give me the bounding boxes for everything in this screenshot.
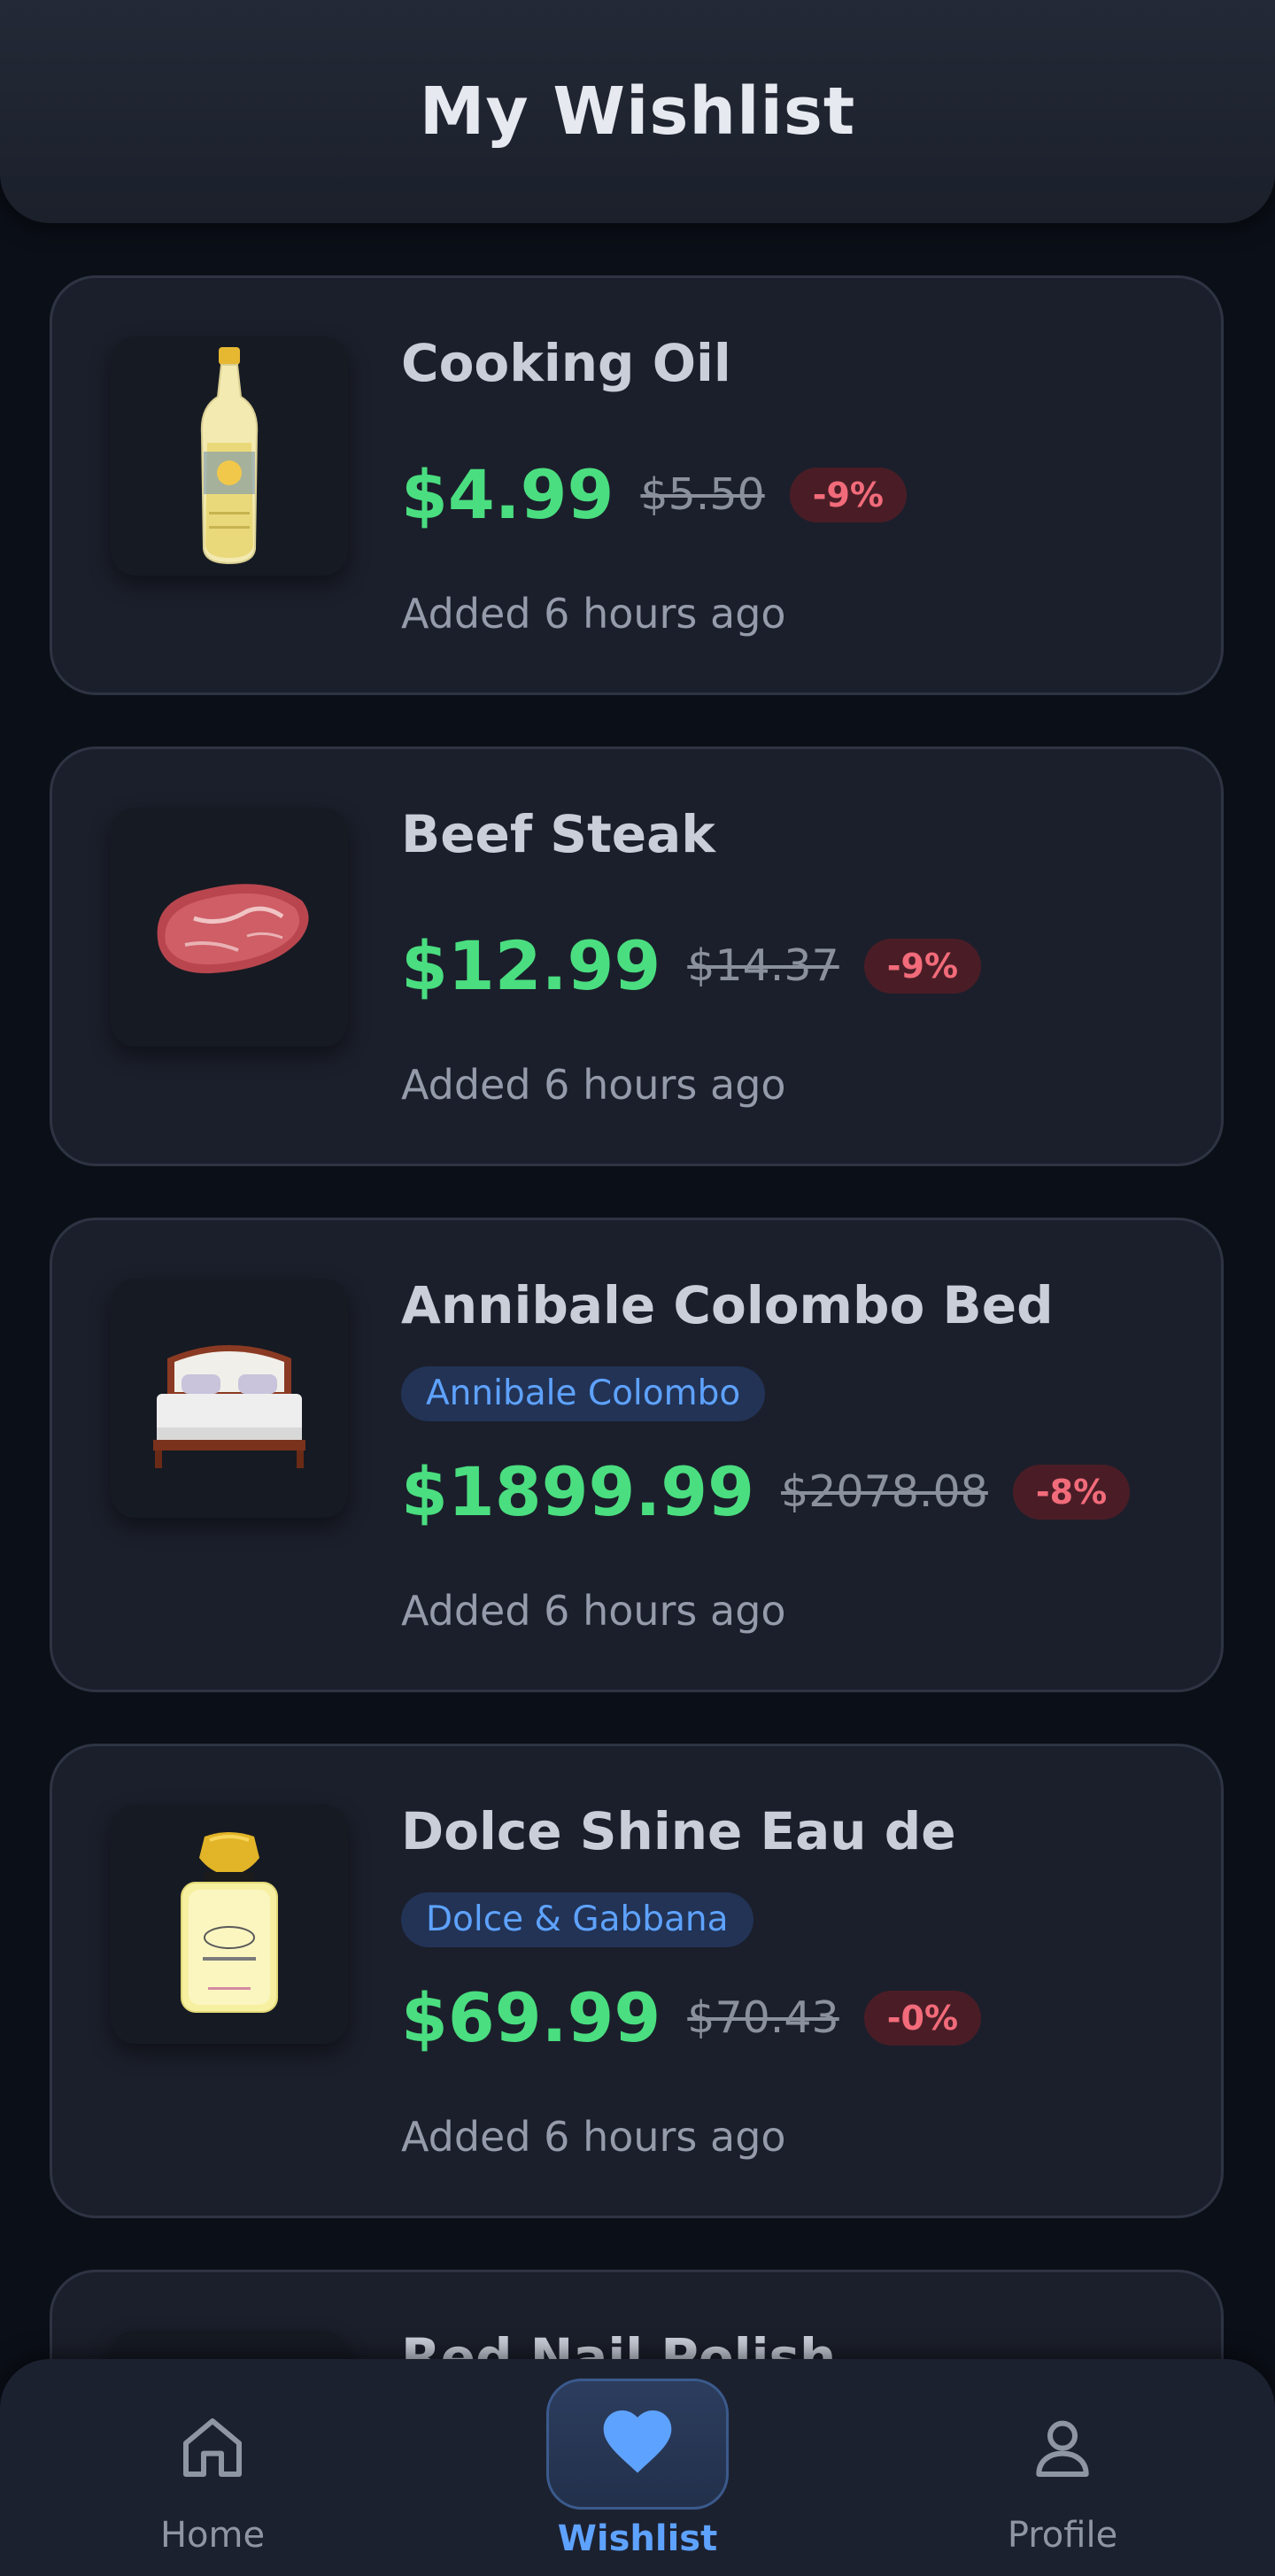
price-row: $4.99 $5.50 -9%: [401, 455, 907, 534]
original-price: $14.37: [687, 940, 839, 991]
bottom-navigation: Home Wishlist Profile: [0, 2359, 1275, 2576]
price-row: $1899.99 $2078.08 -8%: [401, 1452, 1131, 1531]
brand-tag[interactable]: Annibale Colombo: [401, 1366, 766, 1421]
nav-home[interactable]: Home: [80, 2359, 345, 2576]
current-price: $12.99: [401, 926, 661, 1005]
nav-wishlist-label: Wishlist: [557, 2518, 718, 2559]
user-icon: [1036, 2420, 1089, 2477]
wishlist-item-dolce-shine[interactable]: Dolce Shine Eau de Dolce & Gabbana $69.9…: [50, 1744, 1224, 2218]
discount-badge: -9%: [789, 467, 907, 522]
nav-profile-label: Profile: [1007, 2515, 1118, 2556]
product-name[interactable]: Dolce Shine Eau de: [401, 1801, 956, 1861]
home-icon: [183, 2418, 242, 2477]
brand-tag[interactable]: Dolce & Gabbana: [401, 1892, 753, 1947]
current-price: $1899.99: [401, 1452, 755, 1531]
nav-wishlist[interactable]: Wishlist: [505, 2359, 770, 2576]
product-name[interactable]: Beef Steak: [401, 804, 715, 864]
beef-steak-image: [157, 884, 309, 974]
page-title: My Wishlist: [419, 73, 856, 150]
product-thumbnail[interactable]: [111, 337, 348, 576]
original-price: $5.50: [640, 469, 765, 520]
wishlist-item-annibale-colombo-bed[interactable]: Annibale Colombo Bed Annibale Colombo $1…: [50, 1218, 1224, 1692]
wishlist-item-cooking-oil[interactable]: Cooking Oil $4.99 $5.50 -9% Added 6 hour…: [50, 275, 1224, 695]
added-time: Added 6 hours ago: [401, 590, 786, 638]
current-price: $4.99: [401, 455, 614, 534]
added-time: Added 6 hours ago: [401, 1587, 786, 1635]
original-price: $2078.08: [781, 1466, 988, 1517]
original-price: $70.43: [687, 1992, 839, 2043]
discount-badge: -8%: [1012, 1464, 1131, 1520]
product-name[interactable]: Annibale Colombo Bed: [401, 1275, 1054, 1335]
discount-badge: -9%: [863, 938, 982, 994]
discount-badge: -0%: [863, 1990, 982, 2046]
wishlist-screen: My Wishlist Cooking Oil $4.99 $5.50 -9% …: [0, 0, 1275, 2576]
nav-profile[interactable]: Profile: [930, 2359, 1195, 2576]
bed-image: [153, 1345, 305, 1468]
heart-icon: [603, 2410, 672, 2473]
added-time: Added 6 hours ago: [401, 1061, 786, 1109]
product-name[interactable]: Cooking Oil: [401, 333, 731, 393]
current-price: $69.99: [401, 1978, 661, 2057]
cooking-oil-image: [200, 347, 259, 565]
nav-home-label: Home: [159, 2515, 266, 2556]
price-row: $12.99 $14.37 -9%: [401, 926, 982, 1005]
added-time: Added 6 hours ago: [401, 2113, 786, 2161]
product-thumbnail[interactable]: [111, 1805, 348, 2044]
wishlist-item-beef-steak[interactable]: Beef Steak $12.99 $14.37 -9% Added 6 hou…: [50, 746, 1224, 1166]
perfume-image: [181, 1832, 278, 2013]
app-header: My Wishlist: [0, 0, 1275, 223]
price-row: $69.99 $70.43 -0%: [401, 1978, 982, 2057]
product-thumbnail[interactable]: [111, 808, 348, 1047]
product-thumbnail[interactable]: [111, 1279, 348, 1518]
